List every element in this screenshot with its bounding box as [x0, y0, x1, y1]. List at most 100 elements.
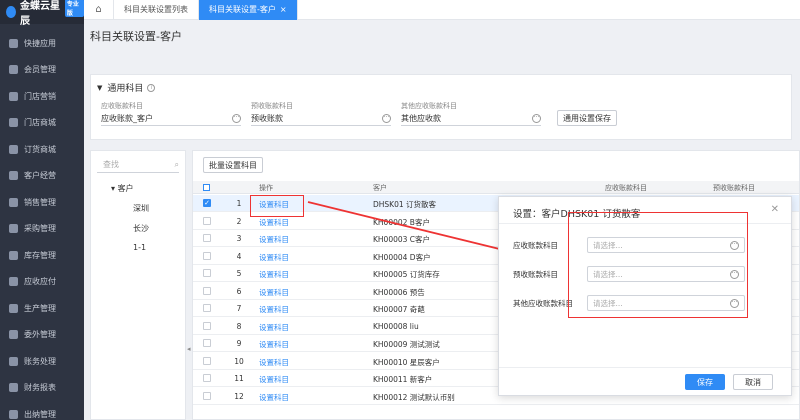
recv-input[interactable]: 应收账款_客户 ··· [101, 112, 241, 126]
select-all-checkbox[interactable] [203, 184, 210, 191]
accounting-icon [9, 356, 18, 366]
row-index: 4 [236, 251, 242, 261]
set-subject-link[interactable]: 设置科目 [259, 357, 289, 368]
home-tab[interactable]: ⌂ [84, 0, 114, 20]
sidebar-item[interactable]: 会员管理 [0, 57, 84, 84]
set-subject-link[interactable]: 设置科目 [259, 234, 289, 245]
set-subject-link[interactable]: 设置科目 [259, 392, 289, 403]
customer-cell: KH00002 B客户 [373, 217, 430, 227]
set-subject-link[interactable]: 设置科目 [259, 269, 289, 280]
recv-label: 应收账款科目 [101, 102, 143, 110]
purchase-icon [9, 224, 18, 234]
customer-cell: KH00010 星辰客户 [373, 357, 440, 367]
more-icon[interactable]: ··· [532, 114, 541, 123]
sidebar-item-label: 快捷应用 [24, 38, 56, 48]
row-checkbox[interactable] [203, 216, 211, 225]
sidebar-item-label: 采购管理 [24, 224, 56, 234]
sidebar-item-label: 出纳管理 [24, 409, 56, 419]
collapse-handle[interactable]: ◂ [187, 345, 191, 353]
member-icon [9, 65, 18, 75]
other-recv-input[interactable]: 其他应收款 ··· [401, 112, 541, 126]
sidebar-item[interactable]: 应收应付 [0, 269, 84, 296]
sidebar-item[interactable]: 订货商城 [0, 136, 84, 163]
set-subject-link[interactable]: 设置科目 [259, 339, 289, 350]
dialog-recv-label: 应收账款科目 [513, 241, 558, 250]
tree-node-root[interactable]: ▾ 客户 [111, 183, 134, 194]
row-checkbox[interactable] [203, 339, 211, 347]
row-index: 12 [234, 391, 244, 401]
logo-text: 金蝶云星辰 [20, 1, 61, 27]
tree-search-input[interactable]: 查找 ⌕ [97, 157, 179, 173]
row-checkbox[interactable] [203, 321, 211, 330]
sidebar-item[interactable]: 客户经营 [0, 163, 84, 190]
set-subject-link[interactable]: 设置科目 [259, 217, 289, 228]
customer-cell: KH00012 测试默认币别 [373, 392, 455, 402]
set-subject-link[interactable]: 设置科目 [259, 374, 289, 385]
sidebar-item[interactable]: 销售管理 [0, 189, 84, 216]
sidebar-item[interactable]: 采购管理 [0, 216, 84, 243]
logo-icon [6, 6, 17, 18]
customer-cell: KH00008 liu [373, 321, 419, 331]
close-icon[interactable]: ✕ [771, 204, 779, 215]
set-subject-link[interactable]: 设置科目 [259, 322, 289, 333]
sales-icon [9, 197, 18, 207]
header-customer: 客户 [373, 184, 387, 192]
row-index: 8 [236, 321, 242, 331]
sidebar-item[interactable]: 出纳管理 [0, 401, 84, 420]
row-checkbox[interactable] [203, 234, 211, 242]
sidebar-item[interactable]: 生产管理 [0, 295, 84, 322]
row-index: 7 [236, 304, 242, 313]
sidebar-item-label: 会员管理 [24, 65, 56, 75]
set-subject-link[interactable]: 设置科目 [259, 287, 289, 298]
sidebar-menu: 快捷应用会员管理门店营销 门店商城订货商城客户经营 销售管理采购管理库存管理应收应付… [0, 30, 84, 420]
set-subject-link[interactable]: 设置科目 [259, 252, 289, 263]
row-index: 5 [236, 269, 242, 278]
set-subject-link[interactable]: 设置科目 [259, 304, 289, 315]
batch-set-button[interactable]: 批量设置科目 [203, 157, 263, 173]
row-index: 2 [236, 216, 242, 226]
tree-node[interactable]: 1-1 [133, 243, 146, 252]
sidebar-item[interactable]: 快捷应用 [0, 30, 84, 57]
row-checkbox[interactable] [203, 286, 211, 295]
general-section-title[interactable]: ▼ 通用科目 i [97, 81, 156, 94]
row-checkbox[interactable] [203, 304, 211, 312]
dialog-other-recv-label: 其他应收账款科目 [513, 299, 573, 308]
sidebar-item-label: 应收应付 [24, 277, 56, 287]
header-op: 操作 [259, 184, 273, 192]
more-icon[interactable]: ··· [232, 114, 241, 123]
general-settings-card: ▼ 通用科目 i 应收账款科目 应收账款_客户 ··· 预收账款科目 预收账款 ··… [90, 74, 792, 140]
tree-node[interactable]: 长沙 [133, 223, 149, 234]
row-checkbox[interactable] [203, 269, 211, 277]
grid-icon [9, 38, 18, 48]
row-checkbox[interactable] [203, 391, 211, 400]
info-icon: i [147, 83, 156, 92]
customer-cell: KH00011 新客户 [373, 375, 433, 384]
row-checkbox[interactable] [203, 251, 211, 260]
prepay-input[interactable]: 预收账款 ··· [251, 112, 391, 126]
sidebar-item[interactable]: 委外管理 [0, 322, 84, 349]
more-icon[interactable]: ··· [382, 114, 391, 123]
row-checkbox[interactable] [203, 374, 211, 382]
row-checkbox[interactable] [203, 356, 211, 365]
sidebar-item[interactable]: 门店商城 [0, 110, 84, 137]
sidebar-item[interactable]: 库存管理 [0, 242, 84, 269]
report-icon [9, 383, 18, 393]
close-icon[interactable]: × [280, 5, 287, 14]
sidebar-item[interactable]: 账务处理 [0, 348, 84, 375]
sidebar-item[interactable]: 财务报表 [0, 375, 84, 402]
tab-subject-customer[interactable]: 科目关联设置-客户 × [199, 0, 298, 20]
general-save-button[interactable]: 通用设置保存 [557, 110, 617, 126]
sidebar-item[interactable]: 门店营销 [0, 83, 84, 110]
row-checkbox[interactable]: ✓ [203, 199, 211, 207]
search-icon[interactable]: ⌕ [175, 160, 179, 170]
sidebar-item-label: 订货商城 [24, 144, 56, 154]
row-index: 3 [236, 234, 242, 243]
customer-cell: KH00005 订货库存 [373, 270, 440, 279]
tab-subject-list[interactable]: 科目关联设置列表 [114, 0, 199, 20]
cancel-button[interactable]: 取消 [733, 374, 773, 390]
customer-cell: KH00004 D客户 [373, 252, 431, 262]
save-button[interactable]: 保存 [685, 374, 725, 390]
tree-node[interactable]: 深圳 [133, 203, 149, 214]
other-recv-label: 其他应收账款科目 [401, 102, 457, 110]
dialog-footer: 保存 取消 [499, 367, 791, 395]
